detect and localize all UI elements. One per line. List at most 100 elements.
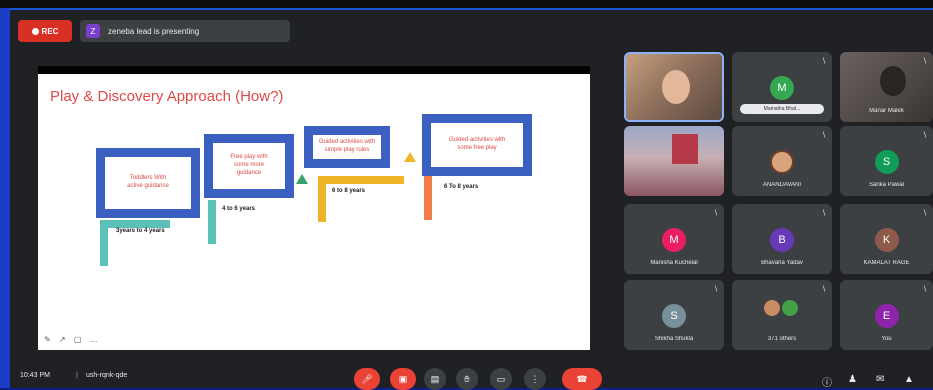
step-age-2: 4 to 6 years xyxy=(222,206,256,212)
mic-muted-icon: ∖ xyxy=(821,132,826,139)
mic-muted-icon: ∖ xyxy=(821,58,826,65)
participant-tile[interactable]: K ∖ KAMALAT RAGE xyxy=(840,204,933,274)
participant-name: 371 others xyxy=(767,336,797,342)
avatar: S xyxy=(874,150,899,174)
rec-label: REC xyxy=(41,26,59,36)
hand-icon: ✋︎ xyxy=(464,373,470,384)
participant-tile[interactable] xyxy=(624,52,724,122)
participant-tile[interactable] xyxy=(624,126,724,196)
recording-indicator[interactable]: REC xyxy=(18,20,72,42)
clock: 10:43 PM xyxy=(20,372,50,379)
participant-tile[interactable]: ∖ 371 others xyxy=(732,280,832,350)
participant-tile[interactable]: E ∖ You xyxy=(840,280,933,350)
step-box-3: Guided activities with simple play rules xyxy=(304,126,390,168)
arrow-up-icon-2 xyxy=(404,152,416,162)
chat-icon[interactable]: ✉︎ xyxy=(876,374,884,385)
participant-tile[interactable]: S ∖ Sarika Pawal xyxy=(840,126,933,196)
mic-muted-icon: ∖ xyxy=(922,58,927,65)
participant-name: Manar Malek xyxy=(869,108,904,114)
bottom-bar: 10:43 PM | ush-rqnk-qde 🎤︎ ▣ ▤ ✋︎ ▭ ⋮ ☎︎… xyxy=(10,362,933,390)
participant-name: Bhavana Yadav xyxy=(761,260,803,266)
step-age-4: 6 To 8 years xyxy=(444,184,479,190)
mic-off-icon: 🎤︎ xyxy=(361,373,373,384)
participant-tile[interactable]: B ∖ Bhavana Yadav xyxy=(732,204,832,274)
avatar: K xyxy=(874,228,899,252)
captions-button[interactable]: ▤ xyxy=(424,368,446,390)
avatar: B xyxy=(770,228,794,252)
participant-name: Sarika Pawal xyxy=(868,182,904,188)
browser-top-strip xyxy=(0,0,933,8)
step-age-3: 6 to 8 years xyxy=(332,188,366,194)
participant-face xyxy=(880,66,906,96)
present-icon: ▭ xyxy=(496,373,506,384)
participant-tile[interactable]: ∖ ANANDAVANI xyxy=(732,126,832,196)
slide-tools[interactable]: ✎ ↗ ▢ … xyxy=(44,335,101,344)
mic-muted-icon: ∖ xyxy=(713,210,718,217)
video-figure xyxy=(672,134,698,164)
step-box-2: Free play with some more guidance xyxy=(204,134,294,198)
more-options-button[interactable]: ⋮ xyxy=(524,368,546,390)
step-text-4: Guided activities with some free play xyxy=(448,137,506,151)
raise-hand-button[interactable]: ✋︎ xyxy=(456,368,478,390)
avatar: M xyxy=(662,228,686,252)
step-box-4: Guided activities with some free play xyxy=(422,114,532,176)
participant-name: ANANDAVANI xyxy=(762,182,802,188)
presenting-text: zeneba lead is presenting xyxy=(108,26,200,36)
separator: | xyxy=(76,372,78,379)
info-icon[interactable]: ⓘ xyxy=(822,374,832,389)
mic-muted-icon: ∖ xyxy=(713,286,718,293)
avatar: M xyxy=(770,76,794,100)
mic-muted-icon: ∖ xyxy=(821,286,826,293)
mic-muted-icon: ∖ xyxy=(821,210,826,217)
others-avatars xyxy=(764,300,798,316)
step-bar-3-foot xyxy=(318,176,404,184)
presenting-chip[interactable]: Z zeneba lead is presenting xyxy=(80,20,290,42)
participant-tile[interactable]: S ∖ Shikha Shukla xyxy=(624,280,724,350)
participant-tile[interactable]: M ∖ Manisha Kuchelal xyxy=(624,204,724,274)
participant-video xyxy=(624,126,724,196)
meet-window: REC Z zeneba lead is presenting Play & D… xyxy=(10,10,933,390)
avatar xyxy=(782,300,798,316)
camera-off-button[interactable]: ▣ xyxy=(390,368,416,390)
presenter-avatar: Z xyxy=(86,24,100,38)
participant-video xyxy=(626,54,722,120)
step-text-3: Guided activities with simple play rules xyxy=(318,139,376,153)
avatar: S xyxy=(662,304,686,328)
record-dot-icon xyxy=(31,27,39,35)
mic-muted-icon: ∖ xyxy=(922,132,927,139)
step-bar-4 xyxy=(424,174,432,220)
presentation-stage[interactable]: Play & Discovery Approach (How?) Toddler… xyxy=(38,66,590,350)
step-text-1: Toddlers With active guidance xyxy=(127,175,169,189)
participant-tile[interactable]: M ∖ Mamatha Bhat... xyxy=(732,52,832,122)
mic-muted-icon: ∖ xyxy=(922,286,927,293)
camera-off-icon: ▣ xyxy=(398,373,408,384)
step-age-1: 3years to 4 years xyxy=(116,228,165,234)
present-button[interactable]: ▭ xyxy=(490,368,512,390)
participant-tile[interactable]: ∖ Manar Malek xyxy=(840,52,933,122)
step-text-2: Free play with some more guidance xyxy=(230,154,268,176)
people-icon[interactable]: ♟︎ xyxy=(848,374,857,385)
top-bar: REC Z zeneba lead is presenting xyxy=(10,10,933,48)
participant-name: You xyxy=(881,336,892,342)
avatar xyxy=(764,300,780,316)
mic-muted-icon: ∖ xyxy=(922,210,927,217)
leave-call-button[interactable]: ☎︎ xyxy=(562,368,602,390)
mic-off-button[interactable]: 🎤︎ xyxy=(354,368,380,390)
activities-icon[interactable]: ▲ xyxy=(904,374,914,385)
participant-name: Manisha Kuchelal xyxy=(650,260,698,266)
participant-name: Mamatha Bhat... xyxy=(740,104,824,114)
left-edge xyxy=(0,8,10,388)
participant-face xyxy=(662,70,690,104)
step-box-1: Toddlers With active guidance xyxy=(96,148,200,218)
avatar: E xyxy=(874,304,899,328)
step-bar-1-foot xyxy=(100,220,170,228)
arrow-up-icon xyxy=(296,174,308,184)
hangup-icon: ☎︎ xyxy=(576,373,588,384)
participant-name: Shikha Shukla xyxy=(654,336,694,342)
participant-name: KAMALAT RAGE xyxy=(863,260,910,266)
step-bar-2 xyxy=(208,200,216,244)
avatar xyxy=(770,150,794,174)
captions-icon: ▤ xyxy=(430,373,440,384)
slide-title: Play & Discovery Approach (How?) xyxy=(50,88,284,105)
more-vertical-icon: ⋮ xyxy=(530,373,540,384)
